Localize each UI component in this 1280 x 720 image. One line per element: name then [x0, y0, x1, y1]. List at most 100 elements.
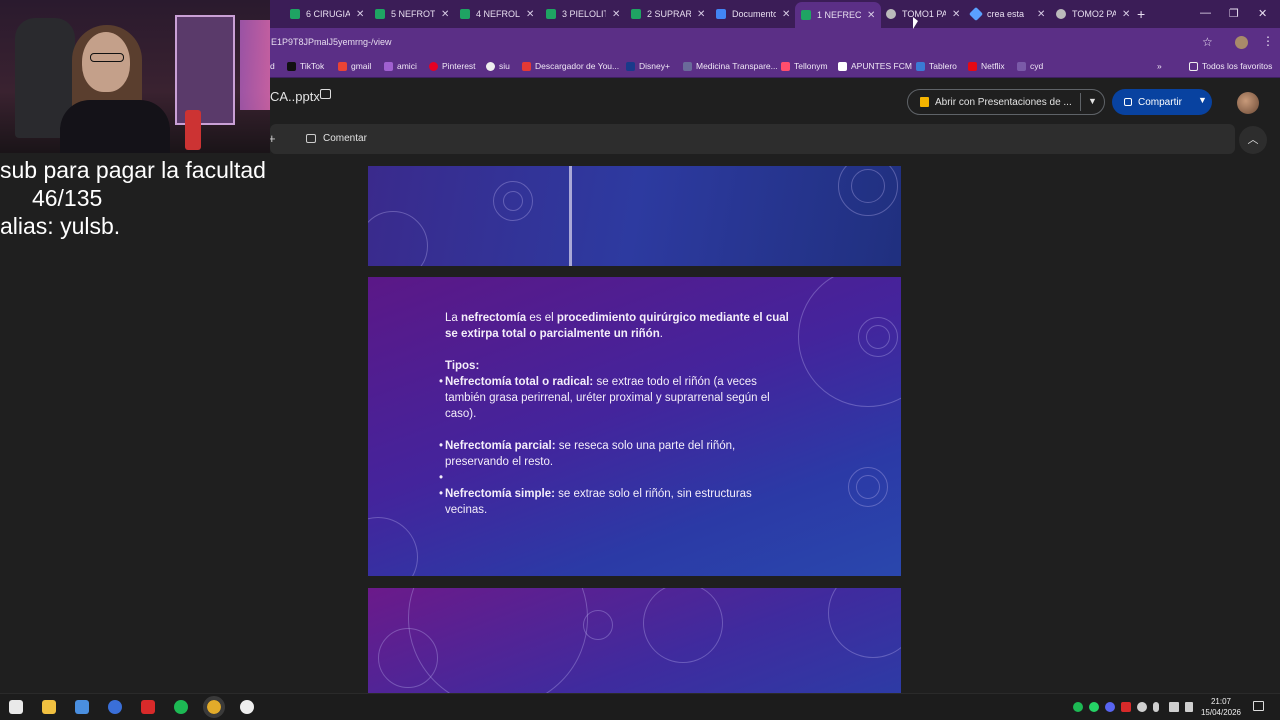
- account-avatar[interactable]: [1237, 92, 1259, 114]
- network-icon[interactable]: [1169, 702, 1179, 712]
- chevron-up-icon[interactable]: ︿: [1239, 126, 1267, 154]
- comment-button[interactable]: Comentar: [323, 133, 367, 144]
- menu-kebab-icon[interactable]: ⋮: [1262, 34, 1274, 48]
- minimize-icon[interactable]: —: [1200, 7, 1211, 19]
- chatgpt-icon: [886, 9, 896, 19]
- tab-1-nefrectomia[interactable]: 1 NEFRECTOMIA ✕: [795, 2, 882, 28]
- tiktok-icon: [287, 61, 296, 71]
- tab-tomo1[interactable]: TOMO1 PARTE ✕: [880, 2, 966, 26]
- led-light: [240, 20, 270, 110]
- close-icon[interactable]: ✕: [612, 9, 620, 20]
- close-icon[interactable]: ✕: [526, 9, 534, 20]
- settings-tray-icon[interactable]: [1137, 702, 1147, 712]
- bookmark-tellonym[interactable]: Tellonym: [781, 61, 828, 71]
- move-to-folder-icon[interactable]: [320, 89, 331, 99]
- face: [82, 32, 130, 92]
- comment-toolbar: [270, 124, 1235, 154]
- bookmark-pinterest[interactable]: Pinterest: [429, 61, 476, 71]
- medicina-icon: [683, 61, 692, 71]
- restore-icon[interactable]: ❐: [1229, 7, 1239, 20]
- chrome-profile-icon[interactable]: [108, 700, 122, 714]
- close-icon[interactable]: ✕: [867, 10, 875, 21]
- close-icon[interactable]: ✕: [697, 9, 705, 20]
- bookmark-descargador[interactable]: Descargador de You...: [522, 61, 619, 71]
- tab-title: 6 CIRUGIA: [306, 9, 350, 19]
- decor-ring: [408, 588, 588, 693]
- decor-ring: [503, 191, 523, 211]
- discord-tray-icon[interactable]: [1105, 702, 1115, 712]
- bookmark-partial[interactable]: d: [270, 61, 275, 71]
- tab-6-cirugia[interactable]: 6 CIRUGIA ✕: [284, 2, 370, 26]
- app-tray-icon[interactable]: [1121, 702, 1131, 712]
- spotify-icon[interactable]: [174, 700, 188, 714]
- bookmark-medicina[interactable]: Medicina Transpare...: [683, 61, 778, 71]
- close-icon[interactable]: ✕: [782, 9, 790, 20]
- clock-date: 15/04/2026: [1200, 708, 1242, 717]
- gmail-icon: [338, 61, 347, 71]
- close-icon[interactable]: ✕: [952, 9, 960, 20]
- all-bookmarks[interactable]: Todos los favoritos: [1189, 61, 1272, 71]
- open-with-button[interactable]: Abrir con Presentaciones de ... ▼: [907, 89, 1105, 115]
- window-close-icon[interactable]: ✕: [1258, 7, 1267, 20]
- decor-ring: [828, 588, 901, 658]
- gemini-icon: [968, 6, 984, 22]
- slide-divider: [569, 166, 572, 266]
- slide-bullet-empty: [439, 470, 790, 486]
- pinterest-icon: [429, 61, 438, 71]
- close-icon[interactable]: ✕: [441, 9, 449, 20]
- close-icon[interactable]: ✕: [356, 9, 364, 20]
- tab-title: 4 NEFROLITOTOMIA: [476, 9, 520, 19]
- share-button[interactable]: Compartir ▼: [1112, 89, 1212, 115]
- netflix-icon: [968, 61, 977, 71]
- bookmark-cyd[interactable]: cyd: [1017, 61, 1043, 71]
- caption-line: sub para pagar la facultad: [0, 157, 266, 183]
- notification-icon[interactable]: [1253, 701, 1264, 711]
- whatsapp-tray-icon[interactable]: [1089, 702, 1099, 712]
- bookmark-tablero[interactable]: Tablero: [916, 61, 957, 71]
- bookmark-amici[interactable]: amici: [384, 61, 417, 71]
- tab-title: 1 NEFRECTOMIA: [817, 10, 861, 20]
- caption-line: 46/135: [0, 185, 103, 211]
- windows-start-icon[interactable]: [9, 700, 23, 714]
- chevron-down-icon[interactable]: ▼: [1088, 96, 1097, 106]
- bookmark-apuntes[interactable]: APUNTES FCM: [838, 61, 912, 71]
- tab-4-nefrolitotomia[interactable]: 4 NEFROLITOTOMIA ✕: [454, 2, 540, 26]
- slides-icon: [920, 97, 929, 107]
- tab-crea-esta[interactable]: crea esta ✕: [965, 2, 1051, 26]
- file-explorer-icon[interactable]: [42, 700, 56, 714]
- system-clock[interactable]: 21:07 15/04/2026: [1200, 696, 1242, 718]
- chrome-icon[interactable]: [203, 696, 225, 718]
- slide-bullet-radical: Nefrectomía total o radical: se extrae t…: [439, 374, 790, 422]
- webcam-overlay: [0, 0, 270, 153]
- bookmark-netflix[interactable]: Netflix: [968, 61, 1005, 71]
- tab-title: TOMO1 PARTE: [902, 9, 946, 19]
- tab-3-pielolitotomia[interactable]: 3 PIELOLITOTOMIA ✕: [540, 2, 626, 26]
- mouse-cursor-icon: [913, 17, 918, 29]
- tab-tomo2[interactable]: TOMO2 PARTE ✕: [1050, 2, 1136, 26]
- window-frame: [175, 15, 235, 125]
- glasses: [90, 53, 124, 62]
- new-tab-button[interactable]: +: [1137, 6, 1145, 22]
- comment-icon[interactable]: [306, 134, 316, 143]
- divider: [1080, 93, 1081, 111]
- tab-2-suprarrenal[interactable]: 2 SUPRARRENAL ✕: [625, 2, 711, 26]
- app-red-icon[interactable]: [141, 700, 155, 714]
- bookmark-tiktok[interactable]: TikTok: [287, 61, 324, 71]
- more-bookmarks-icon[interactable]: »: [1157, 61, 1162, 71]
- close-icon[interactable]: ✕: [1122, 9, 1130, 20]
- volume-icon[interactable]: [1185, 702, 1193, 712]
- close-icon[interactable]: ✕: [1037, 9, 1045, 20]
- spotify-tray-icon[interactable]: [1073, 702, 1083, 712]
- url-field[interactable]: E1P9T8JPmalJ5yemrng-/view: [271, 37, 392, 47]
- profile-icon[interactable]: [1235, 36, 1248, 49]
- bookmark-disney[interactable]: Disney+: [626, 61, 670, 71]
- bookmark-gmail[interactable]: gmail: [338, 61, 371, 71]
- bookmark-star-icon[interactable]: ☆: [1202, 35, 1213, 49]
- tab-5-nefrotomia[interactable]: 5 NEFROTOMIA ✕: [369, 2, 455, 26]
- tab-documento[interactable]: Documento ✕: [710, 2, 796, 26]
- chevron-down-icon[interactable]: ▼: [1198, 95, 1207, 105]
- obs-icon[interactable]: [240, 700, 254, 714]
- microphone-icon[interactable]: [1153, 702, 1159, 712]
- bookmark-siu[interactable]: siu: [486, 61, 510, 71]
- store-icon[interactable]: [75, 700, 89, 714]
